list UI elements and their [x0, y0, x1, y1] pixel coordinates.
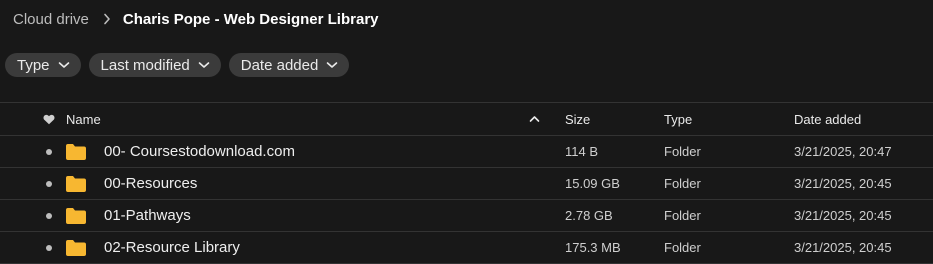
filter-last-modified-button[interactable]: Last modified	[88, 53, 221, 77]
file-table: Name Size Type Date added 00- Coursestod…	[0, 102, 933, 264]
file-type: Folder	[664, 176, 701, 191]
filter-date-added-button[interactable]: Date added	[228, 53, 350, 77]
chevron-down-icon	[58, 62, 69, 68]
file-size: 15.09 GB	[565, 176, 620, 191]
sort-ascending-icon[interactable]	[529, 103, 540, 135]
filter-type-button[interactable]: Type	[5, 53, 81, 77]
status-dot	[44, 136, 54, 167]
file-type: Folder	[664, 240, 701, 255]
heart-icon[interactable]	[41, 103, 57, 135]
folder-icon	[66, 136, 86, 167]
file-name: 00- Coursestodownload.com	[104, 143, 295, 160]
chevron-down-icon	[198, 62, 210, 68]
table-header: Name Size Type Date added	[0, 103, 933, 136]
breadcrumb-current-folder: Charis Pope - Web Designer Library	[122, 10, 379, 28]
file-date-added: 3/21/2025, 20:45	[794, 208, 892, 223]
filter-last-modified-label: Last modified	[100, 56, 190, 74]
column-header-size[interactable]: Size	[565, 103, 590, 135]
file-date-added: 3/21/2025, 20:45	[794, 240, 892, 255]
file-name: 01-Pathways	[104, 207, 191, 224]
column-header-date-added[interactable]: Date added	[794, 103, 861, 135]
folder-icon	[66, 200, 86, 231]
file-type: Folder	[664, 208, 701, 223]
column-header-type[interactable]: Type	[664, 103, 692, 135]
filter-date-added-label: Date added	[240, 56, 319, 74]
chevron-right-icon	[103, 13, 111, 25]
table-row[interactable]: 01-Pathways 2.78 GB Folder 3/21/2025, 20…	[0, 200, 933, 232]
file-date-added: 3/21/2025, 20:45	[794, 176, 892, 191]
status-dot	[44, 232, 54, 263]
column-header-name[interactable]: Name	[66, 103, 101, 135]
status-dot	[44, 168, 54, 199]
breadcrumb: Cloud drive Charis Pope - Web Designer L…	[13, 9, 379, 29]
chevron-down-icon	[327, 62, 338, 68]
table-row[interactable]: 00- Coursestodownload.com 114 B Folder 3…	[0, 136, 933, 168]
table-row[interactable]: 02-Resource Library 175.3 MB Folder 3/21…	[0, 232, 933, 264]
file-size: 114 B	[565, 144, 599, 159]
file-date-added: 3/21/2025, 20:47	[794, 144, 892, 159]
file-size: 2.78 GB	[565, 208, 613, 223]
folder-icon	[66, 232, 86, 263]
file-type: Folder	[664, 144, 701, 159]
file-name: 00-Resources	[104, 175, 198, 192]
folder-icon	[66, 168, 86, 199]
file-size: 175.3 MB	[565, 240, 621, 255]
file-name: 02-Resource Library	[104, 239, 240, 256]
breadcrumb-cloud-drive[interactable]: Cloud drive	[13, 11, 89, 28]
filter-bar: Type Last modified Date added	[5, 53, 350, 77]
table-row[interactable]: 00-Resources 15.09 GB Folder 3/21/2025, …	[0, 168, 933, 200]
filter-type-label: Type	[17, 56, 50, 74]
status-dot	[44, 200, 54, 231]
